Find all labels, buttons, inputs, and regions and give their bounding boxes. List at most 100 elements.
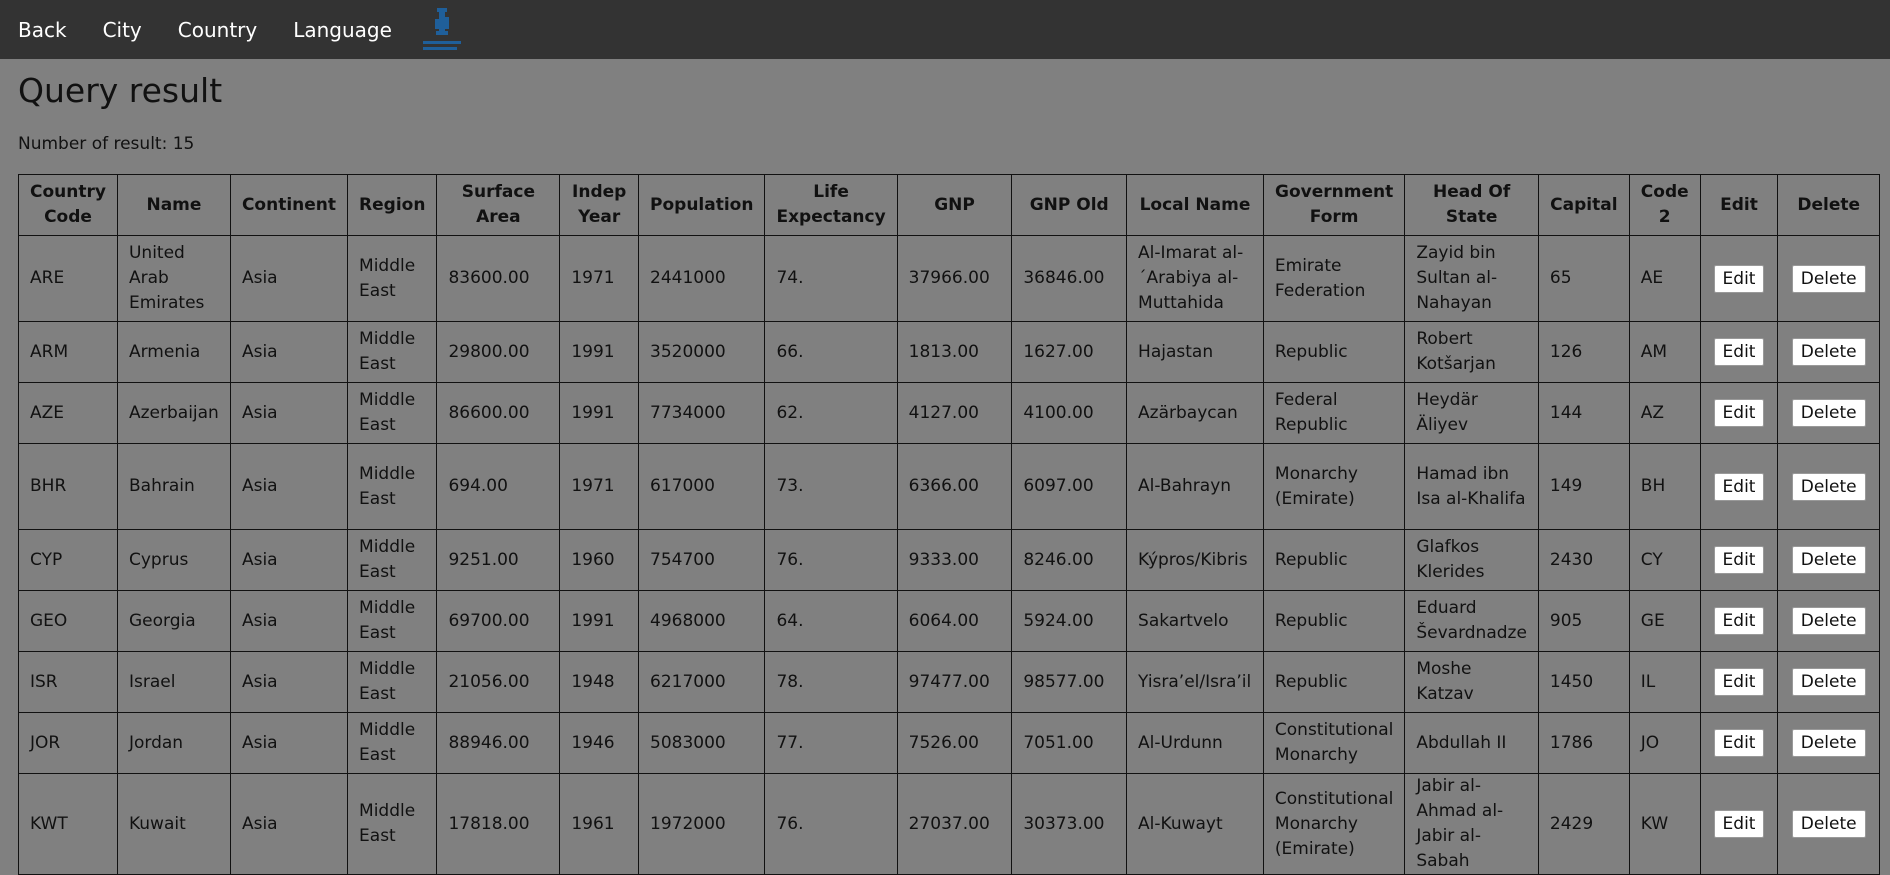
header-population: Population xyxy=(638,174,766,236)
cell-population: 6217000 xyxy=(638,651,766,713)
cell-local-name: Al-Imarat al-´Arabiya al-Muttahida xyxy=(1126,235,1264,322)
cell-indep-year: 1946 xyxy=(559,712,640,774)
edit-button[interactable]: Edit xyxy=(1713,338,1765,366)
cell-head-of-state: Moshe Katzav xyxy=(1404,651,1539,713)
cell-continent: Asia xyxy=(229,382,349,444)
delete-button[interactable]: Delete xyxy=(1791,729,1866,757)
delete-button[interactable]: Delete xyxy=(1791,668,1866,696)
header-continent: Continent xyxy=(229,174,349,236)
cell-gnp-old: 8246.00 xyxy=(1011,529,1128,591)
cell-life-expectancy: 74. xyxy=(764,235,898,322)
cell-region: Middle East xyxy=(347,712,438,774)
cell-population: 617000 xyxy=(638,443,766,530)
edit-button[interactable]: Edit xyxy=(1713,546,1765,574)
cell-gnp-old: 98577.00 xyxy=(1011,651,1128,713)
cell-region: Middle East xyxy=(347,443,438,530)
cell-name: Bahrain xyxy=(116,443,231,530)
cell-indep-year: 1991 xyxy=(559,590,640,652)
header-life-expectancy: Life Expectancy xyxy=(764,174,898,236)
cell-gnp: 7526.00 xyxy=(896,712,1013,774)
cell-surface-area: 29800.00 xyxy=(436,321,561,383)
cell-capital: 905 xyxy=(1537,590,1630,652)
cell-country-code: AZE xyxy=(18,382,118,444)
cell-country-code: CYP xyxy=(18,529,118,591)
cell-indep-year: 1991 xyxy=(559,382,640,444)
table-row: ISR Israel Asia Middle East 21056.00 194… xyxy=(18,651,1880,713)
cell-government-form: Constitutional Monarchy (Emirate) xyxy=(1262,773,1406,875)
cell-edit: Edit xyxy=(1699,382,1779,444)
table-row: JOR Jordan Asia Middle East 88946.00 194… xyxy=(18,712,1880,774)
cell-code-2: BH xyxy=(1628,443,1701,530)
edit-button[interactable]: Edit xyxy=(1713,810,1765,838)
cell-government-form: Republic xyxy=(1262,321,1406,383)
cell-continent: Asia xyxy=(229,529,349,591)
cell-region: Middle East xyxy=(347,651,438,713)
cell-indep-year: 1971 xyxy=(559,443,640,530)
main-content: Query result Number of result: 15 Countr… xyxy=(0,71,1890,875)
cell-gnp-old: 7051.00 xyxy=(1011,712,1128,774)
cell-local-name: Hajastan xyxy=(1126,321,1264,383)
edit-button[interactable]: Edit xyxy=(1713,472,1765,501)
nav-city-link[interactable]: City xyxy=(103,18,142,42)
cell-head-of-state: Glafkos Klerides xyxy=(1404,529,1539,591)
edit-button[interactable]: Edit xyxy=(1713,729,1765,757)
cell-region: Middle East xyxy=(347,529,438,591)
cell-delete: Delete xyxy=(1777,712,1880,774)
cell-country-code: BHR xyxy=(18,443,118,530)
delete-button[interactable]: Delete xyxy=(1791,264,1866,293)
cell-gnp-old: 1627.00 xyxy=(1011,321,1128,383)
cell-continent: Asia xyxy=(229,321,349,383)
nav-country-link[interactable]: Country xyxy=(178,18,257,42)
cell-population: 7734000 xyxy=(638,382,766,444)
cell-government-form: Monarchy (Emirate) xyxy=(1262,443,1406,530)
cell-name: Israel xyxy=(116,651,231,713)
cell-country-code: ARE xyxy=(18,235,118,322)
delete-button[interactable]: Delete xyxy=(1791,546,1866,574)
cell-government-form: Republic xyxy=(1262,529,1406,591)
cell-delete: Delete xyxy=(1777,382,1880,444)
cell-edit: Edit xyxy=(1699,773,1779,875)
cell-code-2: AE xyxy=(1628,235,1701,322)
edit-button[interactable]: Edit xyxy=(1713,607,1765,635)
cell-continent: Asia xyxy=(229,443,349,530)
cell-population: 3520000 xyxy=(638,321,766,383)
cell-continent: Asia xyxy=(229,773,349,875)
cell-local-name: Azärbaycan xyxy=(1126,382,1264,444)
cell-delete: Delete xyxy=(1777,235,1880,322)
cell-population: 1972000 xyxy=(638,773,766,875)
cell-delete: Delete xyxy=(1777,590,1880,652)
cell-delete: Delete xyxy=(1777,321,1880,383)
cell-gnp-old: 30373.00 xyxy=(1011,773,1128,875)
cell-capital: 1786 xyxy=(1537,712,1630,774)
delete-button[interactable]: Delete xyxy=(1791,472,1866,501)
delete-button[interactable]: Delete xyxy=(1791,810,1866,838)
delete-button[interactable]: Delete xyxy=(1791,399,1866,427)
cell-edit: Edit xyxy=(1699,590,1779,652)
delete-button[interactable]: Delete xyxy=(1791,338,1866,366)
table-row: KWT Kuwait Asia Middle East 17818.00 196… xyxy=(18,773,1880,875)
cell-life-expectancy: 76. xyxy=(764,773,898,875)
cell-gnp: 27037.00 xyxy=(896,773,1013,875)
cell-edit: Edit xyxy=(1699,321,1779,383)
cell-gnp-old: 5924.00 xyxy=(1011,590,1128,652)
cell-government-form: Federal Republic xyxy=(1262,382,1406,444)
cell-name: Georgia xyxy=(116,590,231,652)
nav-back-link[interactable]: Back xyxy=(18,18,67,42)
cell-capital: 126 xyxy=(1537,321,1630,383)
cell-code-2: KW xyxy=(1628,773,1701,875)
edit-button[interactable]: Edit xyxy=(1713,668,1765,696)
edit-button[interactable]: Edit xyxy=(1713,399,1765,427)
cell-code-2: JO xyxy=(1628,712,1701,774)
edit-button[interactable]: Edit xyxy=(1713,264,1765,293)
cell-surface-area: 694.00 xyxy=(436,443,561,530)
cell-name: Jordan xyxy=(116,712,231,774)
nav-language-link[interactable]: Language xyxy=(293,18,392,42)
cell-country-code: KWT xyxy=(18,773,118,875)
cell-population: 754700 xyxy=(638,529,766,591)
cell-local-name: Sakartvelo xyxy=(1126,590,1264,652)
delete-button[interactable]: Delete xyxy=(1791,607,1866,635)
cell-region: Middle East xyxy=(347,590,438,652)
university-logo-icon[interactable] xyxy=(418,5,466,55)
cell-region: Middle East xyxy=(347,321,438,383)
cell-delete: Delete xyxy=(1777,651,1880,713)
